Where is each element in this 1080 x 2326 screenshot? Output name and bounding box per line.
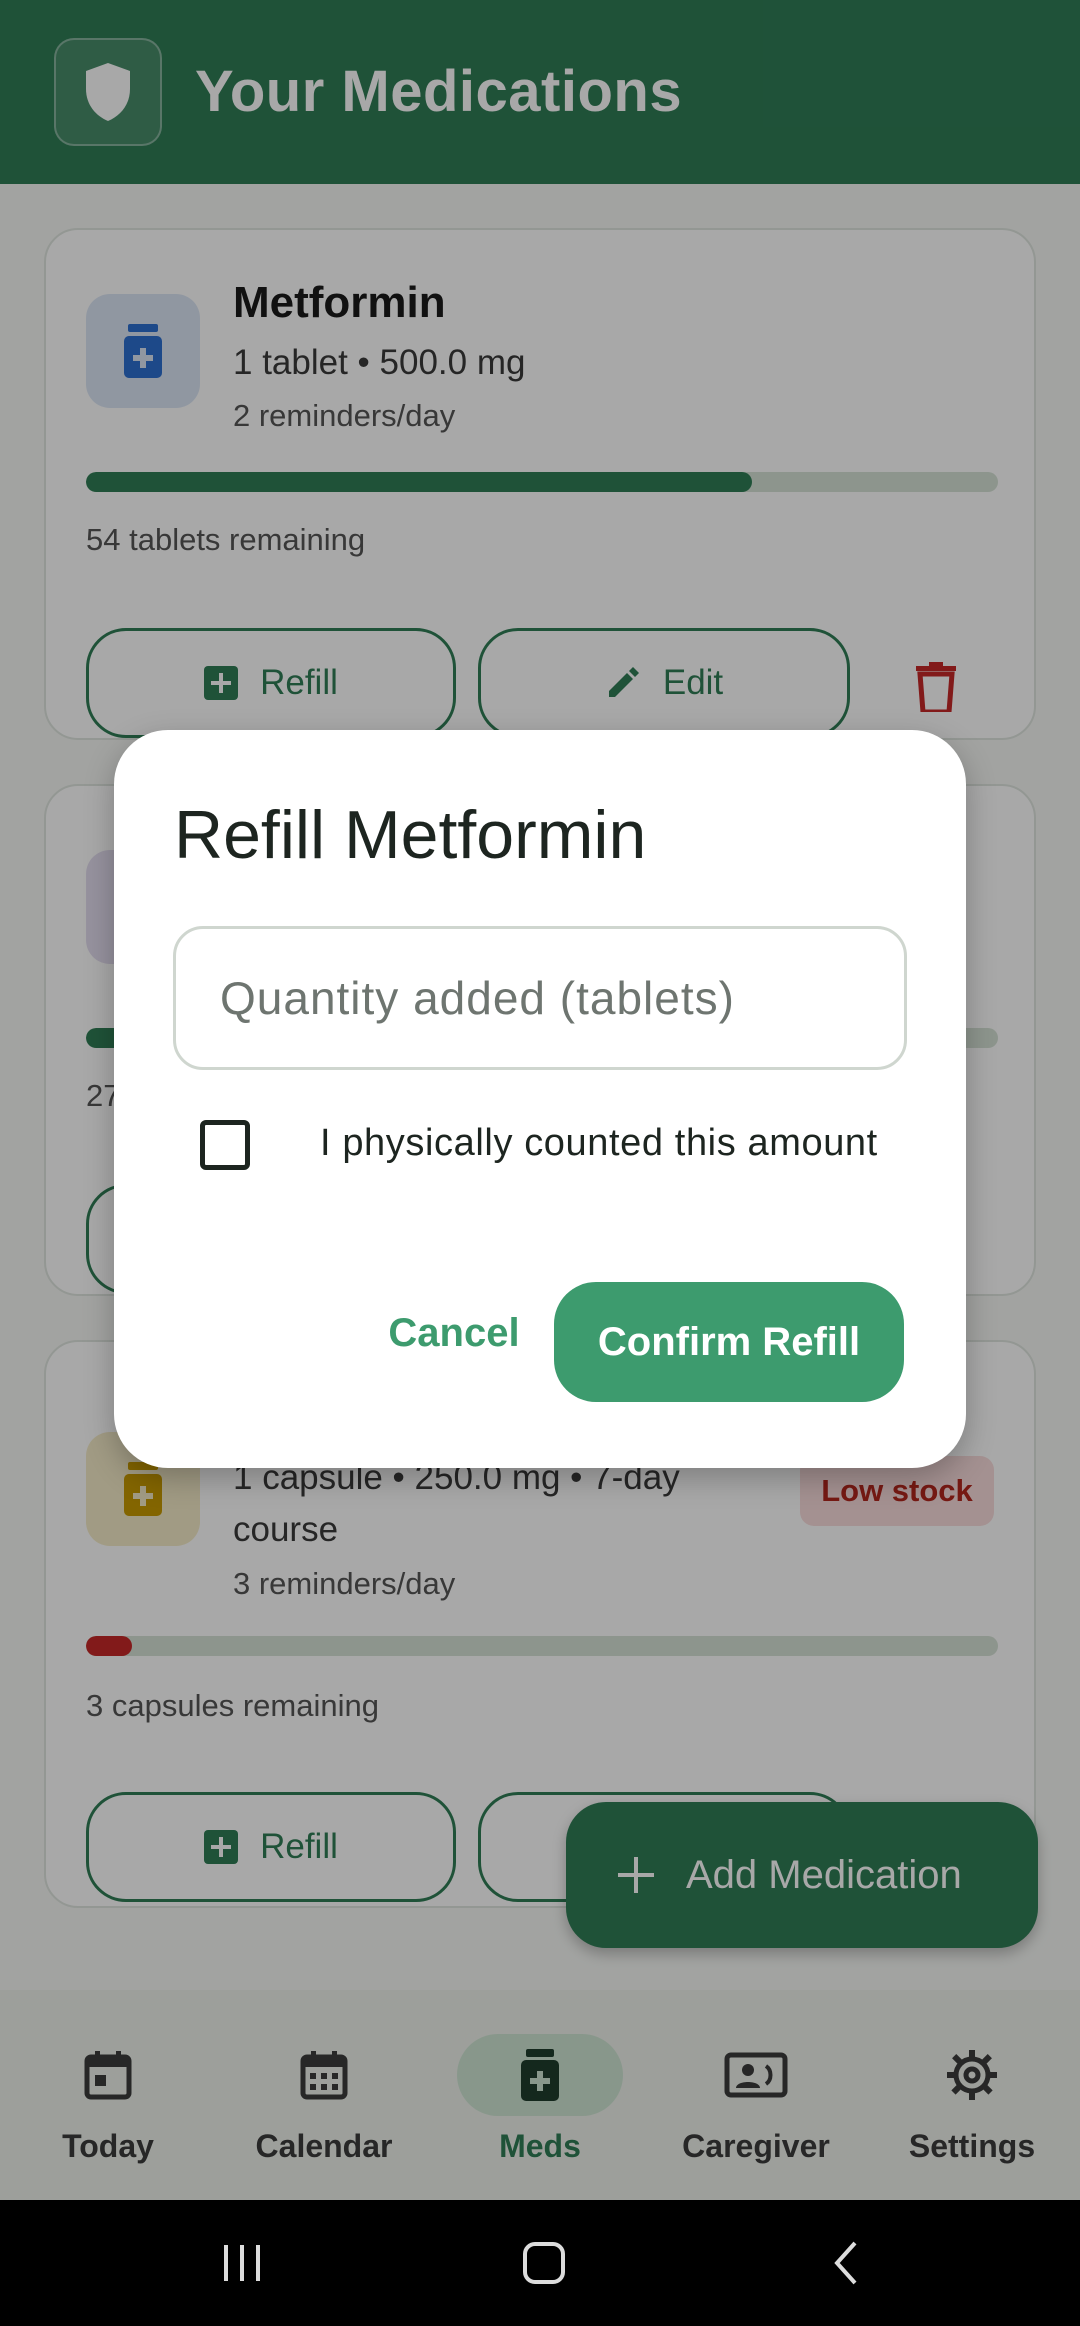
dialog-title: Refill Metformin [174, 797, 647, 873]
refill-dialog: Refill Metformin I physically counted th… [114, 730, 966, 1468]
back-chevron-icon [834, 2241, 857, 2285]
home-button[interactable] [484, 2200, 604, 2326]
quantity-input[interactable] [176, 929, 904, 1067]
quantity-field[interactable] [173, 926, 907, 1070]
recent-apps-button[interactable] [182, 2200, 302, 2326]
cancel-button[interactable]: Cancel [354, 1278, 554, 1388]
back-button[interactable] [786, 2200, 906, 2326]
counted-checkbox-label[interactable]: I physically counted this amount [320, 1122, 878, 1165]
recent-apps-icon [224, 2245, 260, 2281]
counted-checkbox[interactable] [200, 1120, 250, 1170]
home-icon [523, 2242, 565, 2284]
system-navigation-bar [0, 2200, 1080, 2326]
confirm-refill-button[interactable]: Confirm Refill [554, 1282, 904, 1402]
